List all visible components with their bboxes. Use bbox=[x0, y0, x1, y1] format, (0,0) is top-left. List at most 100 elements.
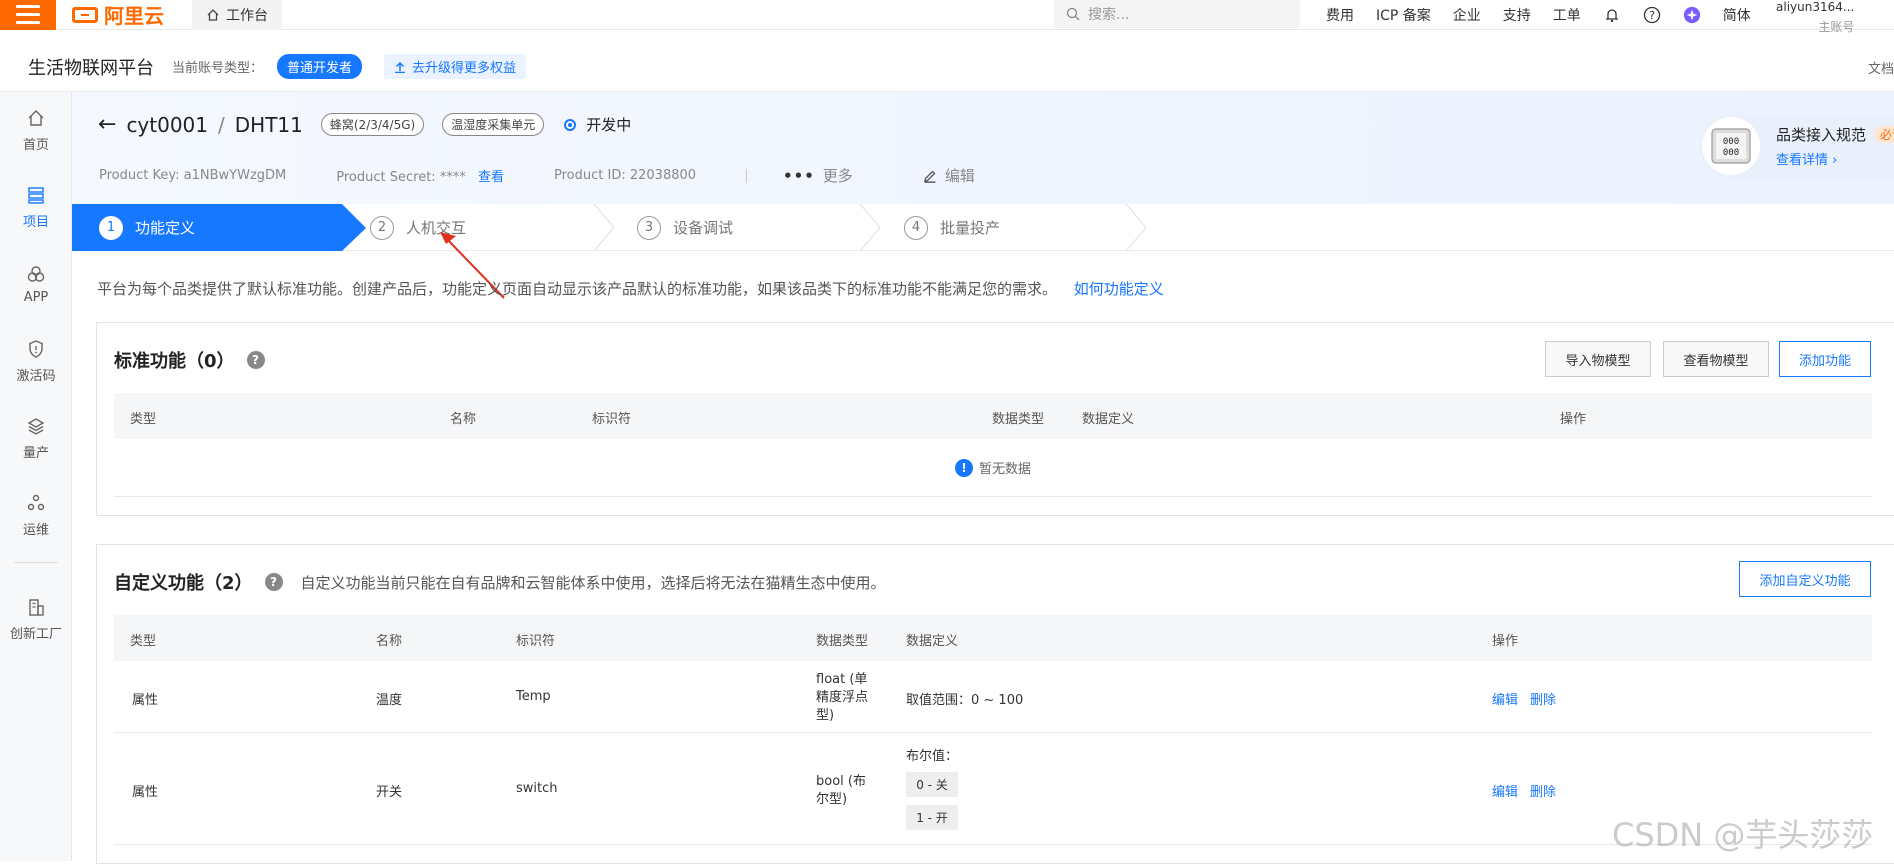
upgrade-link[interactable]: 去升级得更多权益 bbox=[384, 54, 527, 79]
custom-title-label: 自定义功能（2） bbox=[114, 573, 253, 594]
spec-title: 品类接入规范 必读 bbox=[1776, 124, 1894, 145]
col-data-definition: 数据定义 bbox=[1082, 412, 1135, 427]
upgrade-label: 去升级得更多权益 bbox=[412, 61, 517, 76]
back-arrow-icon[interactable]: ← bbox=[98, 112, 116, 137]
view-secret-link[interactable]: 查看 bbox=[478, 170, 504, 185]
edit-link[interactable]: 编辑 bbox=[1492, 689, 1518, 708]
question-icon[interactable]: ? bbox=[264, 573, 283, 591]
docs-link[interactable]: 文档 bbox=[1868, 58, 1894, 77]
edit-button[interactable]: 编辑 bbox=[923, 165, 975, 186]
language-switch[interactable]: 简体 bbox=[1723, 5, 1751, 25]
category-spec-card[interactable]: 000000 品类接入规范 必读 查看详情 › bbox=[1700, 114, 1894, 178]
aliyun-logo[interactable]: 阿里云 bbox=[72, 0, 164, 29]
link-ticket[interactable]: 工单 bbox=[1553, 5, 1581, 25]
add-function-button[interactable]: 添加功能 bbox=[1779, 341, 1871, 377]
upload-icon bbox=[395, 61, 406, 73]
user-account[interactable]: aliyun3164... 主账号 bbox=[1776, 0, 1854, 34]
project-icon bbox=[28, 187, 44, 204]
spec-detail-link[interactable]: 查看详情 › bbox=[1776, 149, 1894, 168]
step-label: 批量投产 bbox=[940, 219, 1001, 237]
how-to-define-link[interactable]: 如何功能定义 bbox=[1074, 280, 1164, 298]
sidebar-item-innovation-factory[interactable]: 创新工厂 bbox=[0, 581, 72, 658]
meta-divider bbox=[746, 168, 748, 183]
cell-data-definition: 取值范围：0 ~ 100 bbox=[906, 693, 1024, 708]
product-secret-value: **** bbox=[439, 170, 466, 185]
thermometer-device-icon: 000 000 bbox=[1702, 117, 1760, 175]
product-id: Product ID: 22038800 bbox=[554, 168, 696, 183]
edit-label: 编辑 bbox=[944, 167, 975, 185]
dtype-line: bool (布 bbox=[816, 774, 866, 789]
step-number: 4 bbox=[904, 215, 928, 240]
home-icon bbox=[28, 110, 44, 126]
pencil-icon bbox=[923, 170, 936, 183]
help-icon[interactable]: ? bbox=[1643, 6, 1661, 24]
view-model-button[interactable]: 查看物模型 bbox=[1663, 341, 1769, 377]
more-button[interactable]: ••• 更多 bbox=[783, 165, 853, 186]
step-number: 3 bbox=[637, 215, 661, 240]
delete-link[interactable]: 删除 bbox=[1530, 689, 1556, 708]
custom-functions-title: 自定义功能（2） ? 自定义功能当前只能在自有品牌和云智能体系中使用，选择后将无… bbox=[114, 569, 886, 595]
info-text: 平台为每个品类提供了默认标准功能。创建产品后，功能定义页面自动显示该产品默认的标… bbox=[97, 280, 1058, 298]
product-id-label: Product ID: bbox=[554, 168, 626, 183]
add-custom-function-label: 添加自定义功能 bbox=[1759, 573, 1851, 589]
product-meta: Product Key: a1NBwYWzgDM Product Secret:… bbox=[99, 165, 975, 186]
col-data-type: 数据类型 bbox=[816, 634, 869, 649]
step-batch-production[interactable]: 4 批量投产 bbox=[904, 204, 1000, 251]
link-fee[interactable]: 费用 bbox=[1326, 5, 1354, 25]
network-tag: 蜂窝(2/3/4/5G) bbox=[320, 113, 425, 136]
sidebar-item-home[interactable]: 首页 bbox=[0, 92, 72, 169]
watermark: CSDN @芋头莎莎 bbox=[1612, 816, 1874, 854]
delete-link[interactable]: 删除 bbox=[1530, 781, 1556, 800]
col-name: 名称 bbox=[450, 412, 477, 427]
cell-type: 属性 bbox=[132, 693, 159, 708]
platform-bar: 生活物联网平台 当前账号类型： 普通开发者 去升级得更多权益 文档 bbox=[0, 42, 1894, 92]
workbench-button[interactable]: 工作台 bbox=[192, 0, 282, 30]
add-custom-function-button[interactable]: 添加自定义功能 bbox=[1739, 561, 1871, 597]
import-model-button[interactable]: 导入物模型 bbox=[1545, 341, 1651, 377]
spec-title-label: 品类接入规范 bbox=[1776, 126, 1867, 144]
workbench-label: 工作台 bbox=[226, 7, 268, 24]
more-label: 更多 bbox=[822, 167, 853, 185]
step-chevron-icon bbox=[859, 204, 881, 251]
sidebar-label: APP bbox=[23, 290, 49, 305]
sidebar-item-app[interactable]: APP bbox=[0, 246, 72, 323]
bell-icon[interactable] bbox=[1603, 6, 1621, 24]
step-device-debug[interactable]: 3 设备调试 bbox=[637, 204, 733, 251]
product-name: DHT11 bbox=[234, 112, 303, 137]
cell-name: 温度 bbox=[376, 693, 403, 708]
step-number: 2 bbox=[370, 215, 394, 240]
sidebar: 首页 项目 APP 激活码 量产 运维 创新工厂 bbox=[0, 92, 72, 861]
ops-icon bbox=[27, 494, 45, 511]
layers-icon bbox=[27, 418, 45, 435]
user-name: aliyun3164... bbox=[1776, 0, 1855, 14]
sidebar-item-ops[interactable]: 运维 bbox=[0, 477, 72, 554]
question-icon[interactable]: ? bbox=[246, 351, 265, 369]
ellipsis-icon: ••• bbox=[783, 166, 815, 185]
link-icp[interactable]: ICP 备案 bbox=[1376, 5, 1431, 25]
col-identifier: 标识符 bbox=[592, 412, 632, 427]
step-label: 功能定义 bbox=[135, 219, 196, 237]
platform-title: 生活物联网平台 bbox=[28, 57, 154, 79]
standard-table-header: 类型 名称 标识符 数据类型 数据定义 操作 bbox=[114, 393, 1872, 439]
sidebar-item-activation-code[interactable]: 激活码 bbox=[0, 323, 72, 400]
link-enterprise[interactable]: 企业 bbox=[1453, 5, 1481, 25]
sidebar-item-project[interactable]: 项目 bbox=[0, 169, 72, 246]
link-support[interactable]: 支持 bbox=[1503, 5, 1531, 25]
import-model-label: 导入物模型 bbox=[1565, 353, 1631, 369]
assistant-icon[interactable] bbox=[1683, 6, 1701, 24]
sidebar-label: 创新工厂 bbox=[9, 627, 62, 642]
svg-text:?: ? bbox=[1649, 9, 1655, 22]
empty-state: ! 暂无数据 bbox=[114, 439, 1872, 497]
standard-functions-panel: 标准功能（0） ? 导入物模型 查看物模型 添加功能 类型 名称 标识符 数据类… bbox=[96, 322, 1894, 516]
step-function-definition[interactable]: 1 功能定义 bbox=[99, 204, 195, 251]
project-name[interactable]: cyt0001 bbox=[126, 113, 208, 137]
dtype-line: 尔型) bbox=[816, 792, 848, 807]
step-label: 设备调试 bbox=[673, 219, 734, 237]
sidebar-item-mass-production[interactable]: 量产 bbox=[0, 400, 72, 477]
edit-link[interactable]: 编辑 bbox=[1492, 781, 1518, 800]
hamburger-menu-icon[interactable] bbox=[0, 0, 56, 30]
col-type: 类型 bbox=[130, 634, 157, 649]
svg-text:000: 000 bbox=[1723, 137, 1739, 147]
empty-text: 暂无数据 bbox=[978, 462, 1031, 477]
search-input[interactable]: 搜索... bbox=[1054, 0, 1300, 28]
